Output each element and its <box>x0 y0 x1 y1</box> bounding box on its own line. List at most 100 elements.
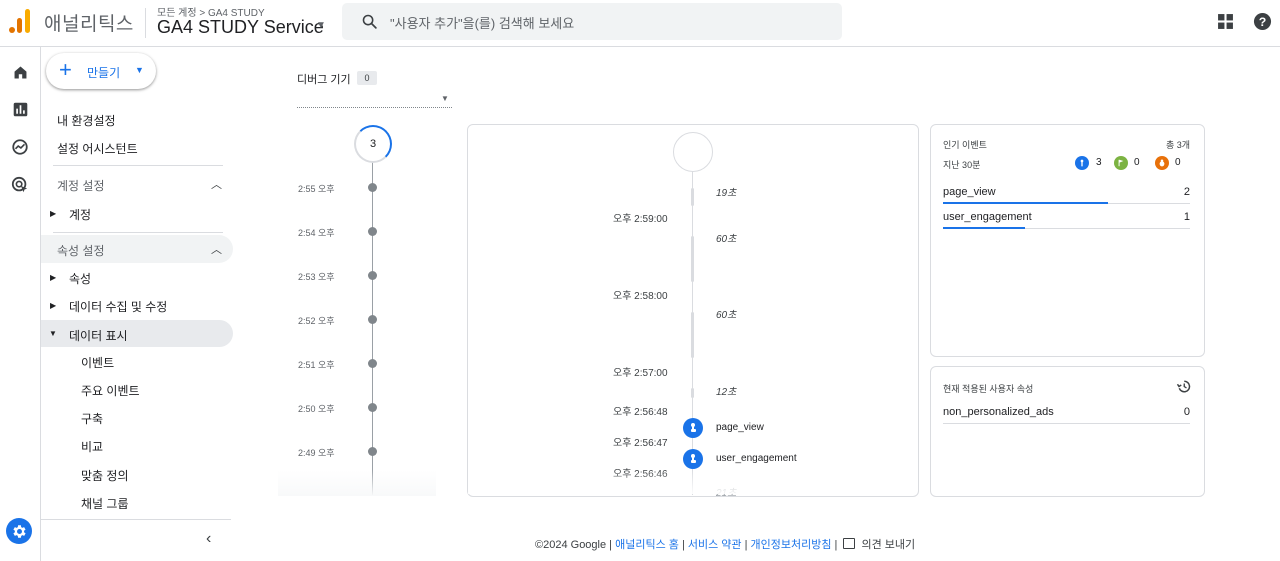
event-touch-icon[interactable] <box>683 418 703 438</box>
chevron-up-icon[interactable]: ︿ <box>211 241 222 257</box>
user-property-name[interactable]: non_personalized_ads <box>943 406 1054 418</box>
top-event-bar <box>943 227 1025 229</box>
nav-sub-custom-definitions[interactable]: 맞춤 정의 <box>81 467 129 484</box>
stream-fade <box>468 470 916 494</box>
expand-arrow-icon[interactable]: ▶ <box>50 301 56 310</box>
duration-segment <box>691 312 694 358</box>
home-icon[interactable] <box>9 61 31 83</box>
nav-sub-key-events[interactable]: 주요 이벤트 <box>81 382 140 399</box>
top-events-title: 인기 이벤트 <box>943 140 987 150</box>
nav-account-settings-header[interactable]: 계정 설정 <box>57 177 105 194</box>
footer-link-terms[interactable]: 서비스 약관 <box>688 539 742 551</box>
search-icon <box>362 14 377 29</box>
minute-dot[interactable] <box>368 271 377 280</box>
nav-sub-channel-groups[interactable]: 채널 그룹 <box>81 495 129 512</box>
minutes-count: 3 <box>369 138 377 150</box>
reports-icon[interactable] <box>9 98 31 120</box>
nav-setup-assistant[interactable]: 설정 어시스턴트 <box>57 140 138 157</box>
chevron-down-icon[interactable]: ▼ <box>316 20 326 31</box>
minute-dot[interactable] <box>368 447 377 456</box>
minute-label: 2:54 오후 <box>298 228 335 238</box>
stream-top-circle <box>673 132 713 172</box>
duration-label: 12초 <box>716 387 737 398</box>
collapse-arrow-icon[interactable]: ▼ <box>49 329 57 338</box>
minute-dot[interactable] <box>368 227 377 236</box>
nav-account[interactable]: 계정 <box>69 206 91 223</box>
chevron-up-icon[interactable]: ︿ <box>211 176 222 192</box>
feedback-icon[interactable] <box>843 538 856 549</box>
minute-dot[interactable] <box>368 403 377 412</box>
user-properties-title: 현재 적용된 사용자 속성 <box>943 384 1034 394</box>
duration-label: 60초 <box>716 234 737 245</box>
key-events-flag-icon[interactable] <box>1114 156 1128 170</box>
search-box[interactable]: "사용자 추가"을(를) 검색해 보세요 <box>342 3 842 40</box>
minute-label: 2:53 오후 <box>298 272 335 282</box>
minutes-count-circle[interactable]: 3 <box>354 125 392 163</box>
analytics-logo[interactable] <box>9 9 31 33</box>
footer-link-home[interactable]: 애널리틱스 홈 <box>615 539 679 551</box>
timestamp-label: 오후 2:57:00 <box>613 368 668 379</box>
minutes-timeline-line <box>372 160 373 495</box>
timestamp-label: 오후 2:59:00 <box>613 214 668 225</box>
top-event-name[interactable]: page_view <box>943 186 996 198</box>
duration-label: 19초 <box>716 188 737 199</box>
expand-arrow-icon[interactable]: ▶ <box>50 209 56 218</box>
event-name[interactable]: page_view <box>716 422 764 433</box>
admin-gear-icon[interactable] <box>6 518 32 544</box>
events-count-icon[interactable] <box>1075 156 1089 170</box>
timestamp-label: 오후 2:56:47 <box>613 438 668 449</box>
user-property-row-border <box>943 423 1190 424</box>
errors-count: 0 <box>1175 157 1181 168</box>
top-event-count: 2 <box>1183 186 1190 198</box>
minute-dot[interactable] <box>368 359 377 368</box>
event-name[interactable]: user_engagement <box>716 453 797 464</box>
nav-sub-comparisons[interactable]: 비교 <box>81 438 103 455</box>
help-icon[interactable]: ? <box>1253 12 1272 31</box>
footer: ©2024 Google | 애널리틱스 홈 | 서비스 약관 | 개인정보처리… <box>535 536 915 552</box>
footer-feedback[interactable]: 의견 보내기 <box>862 539 916 551</box>
duration-segment <box>691 236 694 282</box>
expand-arrow-icon[interactable]: ▶ <box>50 273 56 282</box>
create-button[interactable]: + 만들기 ▼ <box>46 53 156 89</box>
left-rail <box>0 47 41 561</box>
debug-dropdown-icon[interactable]: ▼ <box>441 94 449 103</box>
explore-icon[interactable] <box>9 136 31 158</box>
nav-data-display[interactable]: 데이터 표시 <box>69 327 128 344</box>
nav-property[interactable]: 속성 <box>69 270 91 287</box>
top-event-count: 1 <box>1183 211 1190 223</box>
collapse-nav-chevron-icon[interactable]: ‹ <box>206 530 211 548</box>
admin-nav: + 만들기 ▼ 내 환경설정 설정 어시스턴트 계정 설정 ︿ ▶ 계정 속성 … <box>41 47 241 561</box>
event-touch-icon[interactable] <box>683 449 703 469</box>
footer-copyright: ©2024 Google <box>535 539 607 551</box>
minutes-fade <box>278 470 436 496</box>
svg-text:?: ? <box>1259 15 1267 29</box>
nav-sub-events[interactable]: 이벤트 <box>81 354 114 371</box>
nav-my-settings[interactable]: 내 환경설정 <box>57 112 116 129</box>
search-input[interactable]: "사용자 추가"을(를) 검색해 보세요 <box>390 13 574 32</box>
apps-grid-icon[interactable] <box>1217 13 1234 30</box>
nav-divider <box>53 232 223 233</box>
nav-data-collection[interactable]: 데이터 수집 및 수정 <box>69 298 167 315</box>
debug-device-select[interactable] <box>297 107 452 108</box>
footer-separator: | <box>609 539 613 551</box>
advertising-icon[interactable] <box>9 174 31 196</box>
errors-bug-icon[interactable] <box>1155 156 1169 170</box>
history-icon[interactable] <box>1176 379 1191 394</box>
minute-label: 2:49 오후 <box>298 448 335 458</box>
create-label: 만들기 <box>87 66 121 80</box>
nav-property-settings-header[interactable]: 속성 설정 <box>57 242 105 259</box>
minute-dot[interactable] <box>368 183 377 192</box>
create-caret-icon: ▼ <box>135 65 144 75</box>
top-event-name[interactable]: user_engagement <box>943 211 1032 223</box>
nav-sub-audiences[interactable]: 구축 <box>81 410 103 427</box>
top-events-period: 지난 30분 <box>943 160 981 170</box>
footer-link-privacy[interactable]: 개인정보처리방침 <box>751 539 832 551</box>
timestamp-label: 오후 2:58:00 <box>613 291 668 302</box>
footer-separator: | <box>744 539 748 551</box>
property-selector[interactable]: GA4 STUDY Service <box>157 17 324 38</box>
debug-device-count: 0 <box>357 71 377 85</box>
minute-dot[interactable] <box>368 315 377 324</box>
minute-label: 2:51 오후 <box>298 360 335 370</box>
minute-label: 2:50 오후 <box>298 404 335 414</box>
duration-segment <box>691 188 694 206</box>
